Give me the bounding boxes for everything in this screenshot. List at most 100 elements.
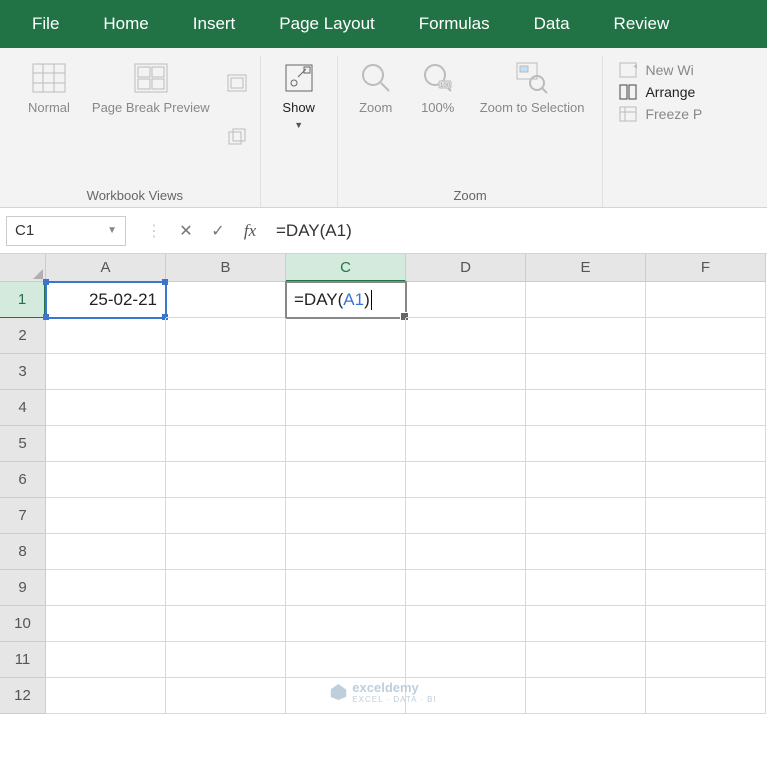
select-all-corner[interactable]	[0, 254, 46, 282]
cell-B5[interactable]	[166, 426, 286, 462]
cell-D11[interactable]	[406, 642, 526, 678]
cell-C7[interactable]	[286, 498, 406, 534]
row-header-11[interactable]: 11	[0, 642, 46, 678]
row-header-4[interactable]: 4	[0, 390, 46, 426]
cell-D8[interactable]	[406, 534, 526, 570]
column-header-D[interactable]: D	[406, 254, 526, 282]
cell-F2[interactable]	[646, 318, 766, 354]
row-header-7[interactable]: 7	[0, 498, 46, 534]
cell-E11[interactable]	[526, 642, 646, 678]
tab-review[interactable]: Review	[592, 0, 692, 48]
tab-file[interactable]: File	[10, 0, 81, 48]
cancel-button[interactable]: ✕	[170, 216, 202, 246]
row-header-2[interactable]: 2	[0, 318, 46, 354]
cell-A9[interactable]	[46, 570, 166, 606]
cell-E8[interactable]	[526, 534, 646, 570]
cell-A5[interactable]	[46, 426, 166, 462]
cell-D5[interactable]	[406, 426, 526, 462]
zoom-selection-button[interactable]: Zoom to Selection	[472, 56, 593, 120]
cell-F5[interactable]	[646, 426, 766, 462]
cell-A1[interactable]: 25-02-21	[46, 282, 166, 318]
cell-D10[interactable]	[406, 606, 526, 642]
cell-F4[interactable]	[646, 390, 766, 426]
formula-input[interactable]	[266, 216, 761, 246]
cell-B4[interactable]	[166, 390, 286, 426]
column-header-E[interactable]: E	[526, 254, 646, 282]
cell-B7[interactable]	[166, 498, 286, 534]
cell-F12[interactable]	[646, 678, 766, 714]
cell-B11[interactable]	[166, 642, 286, 678]
cell-A6[interactable]	[46, 462, 166, 498]
cell-F11[interactable]	[646, 642, 766, 678]
cell-C2[interactable]	[286, 318, 406, 354]
cell-F9[interactable]	[646, 570, 766, 606]
row-header-6[interactable]: 6	[0, 462, 46, 498]
zoom-100-button[interactable]: 100 100%	[410, 56, 466, 120]
tab-formulas[interactable]: Formulas	[397, 0, 512, 48]
tab-data[interactable]: Data	[512, 0, 592, 48]
cell-E2[interactable]	[526, 318, 646, 354]
show-button[interactable]: Show▼	[271, 56, 327, 135]
row-header-12[interactable]: 12	[0, 678, 46, 714]
cell-F7[interactable]	[646, 498, 766, 534]
cell-C11[interactable]	[286, 642, 406, 678]
cell-D1[interactable]	[406, 282, 526, 318]
cell-D3[interactable]	[406, 354, 526, 390]
tab-insert[interactable]: Insert	[171, 0, 258, 48]
normal-view-button[interactable]: Normal	[20, 56, 78, 120]
arrange-all-button[interactable]: Arrange	[619, 84, 702, 100]
cell-C6[interactable]	[286, 462, 406, 498]
cell-A8[interactable]	[46, 534, 166, 570]
cell-A12[interactable]	[46, 678, 166, 714]
cell-B2[interactable]	[166, 318, 286, 354]
cell-E1[interactable]	[526, 282, 646, 318]
cell-B12[interactable]	[166, 678, 286, 714]
page-layout-icon[interactable]	[224, 70, 250, 96]
name-box[interactable]: C1 ▼	[6, 216, 126, 246]
cell-E10[interactable]	[526, 606, 646, 642]
cell-B10[interactable]	[166, 606, 286, 642]
cell-B6[interactable]	[166, 462, 286, 498]
enter-button[interactable]: ✓	[202, 216, 234, 246]
tab-page-layout[interactable]: Page Layout	[257, 0, 396, 48]
cell-A10[interactable]	[46, 606, 166, 642]
cell-E9[interactable]	[526, 570, 646, 606]
zoom-button[interactable]: Zoom	[348, 56, 404, 120]
page-break-preview-button[interactable]: Page Break Preview	[84, 56, 218, 120]
row-header-3[interactable]: 3	[0, 354, 46, 390]
cell-A7[interactable]	[46, 498, 166, 534]
custom-views-icon[interactable]	[224, 124, 250, 150]
insert-function-button[interactable]: fx	[234, 216, 266, 246]
column-header-B[interactable]: B	[166, 254, 286, 282]
cell-A4[interactable]	[46, 390, 166, 426]
cell-D6[interactable]	[406, 462, 526, 498]
cell-F3[interactable]	[646, 354, 766, 390]
cell-E12[interactable]	[526, 678, 646, 714]
cell-C9[interactable]	[286, 570, 406, 606]
column-header-A[interactable]: A	[46, 254, 166, 282]
cell-B9[interactable]	[166, 570, 286, 606]
cell-A3[interactable]	[46, 354, 166, 390]
tab-home[interactable]: Home	[81, 0, 170, 48]
cell-F6[interactable]	[646, 462, 766, 498]
cell-C8[interactable]	[286, 534, 406, 570]
row-header-5[interactable]: 5	[0, 426, 46, 462]
row-header-10[interactable]: 10	[0, 606, 46, 642]
cell-A11[interactable]	[46, 642, 166, 678]
new-window-button[interactable]: ✦ New Wi	[619, 62, 702, 78]
cell-C5[interactable]	[286, 426, 406, 462]
cell-D2[interactable]	[406, 318, 526, 354]
cell-D9[interactable]	[406, 570, 526, 606]
cell-B3[interactable]	[166, 354, 286, 390]
cell-E7[interactable]	[526, 498, 646, 534]
freeze-panes-button[interactable]: Freeze P	[619, 106, 702, 122]
cell-B1[interactable]	[166, 282, 286, 318]
cell-D4[interactable]	[406, 390, 526, 426]
cell-C1[interactable]: =DAY(A1)	[286, 282, 406, 318]
cell-C3[interactable]	[286, 354, 406, 390]
column-header-F[interactable]: F	[646, 254, 766, 282]
row-header-9[interactable]: 9	[0, 570, 46, 606]
row-header-1[interactable]: 1	[0, 282, 46, 318]
cell-F10[interactable]	[646, 606, 766, 642]
cell-A2[interactable]	[46, 318, 166, 354]
